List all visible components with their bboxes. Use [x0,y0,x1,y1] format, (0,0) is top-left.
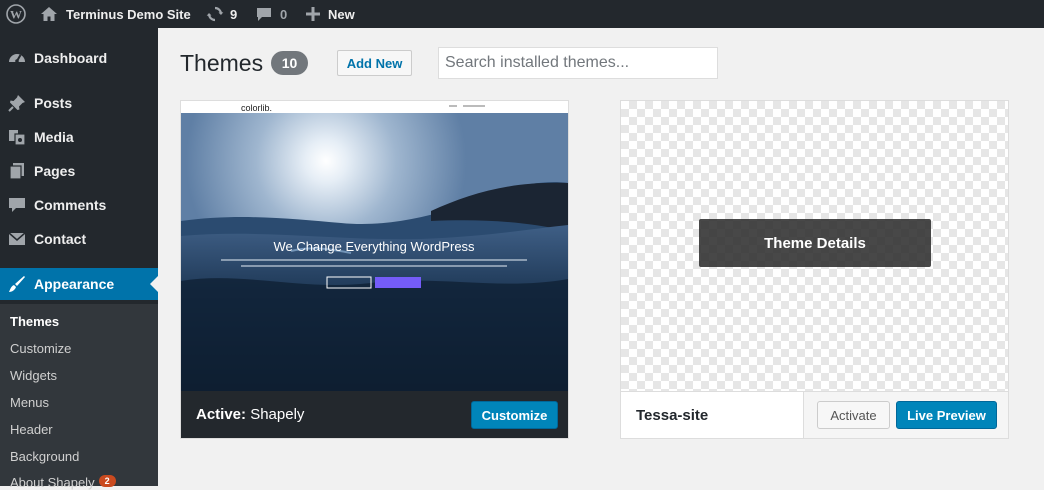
admin-bar: W Terminus Demo Site 9 0 New [0,0,1044,28]
site-name: Terminus Demo Site [66,6,191,22]
updates-icon [206,5,224,23]
menu-item-contact[interactable]: Contact [0,222,158,256]
active-theme-footer: Active: Shapely Customize [181,391,568,438]
activate-button[interactable]: Activate [817,401,890,429]
theme-footer: Tessa-site Activate Live Preview [621,391,1008,438]
active-label: Active: [196,406,247,423]
customize-button[interactable]: Customize [471,401,558,429]
menu-item-dashboard[interactable]: Dashboard [0,41,158,75]
notification-badge: 2 [98,475,116,487]
theme-screenshot-placeholder[interactable]: Theme Details [621,101,1008,391]
current-menu-arrow [150,276,158,292]
menu-item-appearance[interactable]: Appearance [0,268,158,300]
wordpress-logo-icon[interactable]: W [6,0,26,28]
page-title: Themes [180,50,264,76]
dashboard-icon [8,49,26,67]
updates-link[interactable]: 9 [206,0,237,28]
add-new-button[interactable]: Add New [337,50,412,76]
active-theme-name: Active: Shapely [196,406,304,423]
menu-label: Contact [34,231,87,247]
submenu-item-about-shapely[interactable]: About Shapely 2 [10,475,116,490]
preview-headline: We Change Everything WordPress [273,239,475,254]
theme-count-badge: 10 [271,51,308,75]
comment-icon [256,6,272,22]
menu-item-posts[interactable]: Posts [0,86,158,120]
pin-icon [8,94,26,112]
home-icon [40,6,58,22]
menu-item-pages[interactable]: Pages [0,154,158,188]
menu-item-comments[interactable]: Comments [0,188,158,222]
appearance-submenu: Themes Customize Widgets Menus Header Ba… [0,304,158,490]
submenu-item-header[interactable]: Header [10,422,53,437]
new-content-link[interactable]: New [306,0,355,28]
theme-actions: Activate Live Preview [803,392,1008,438]
theme-name: Shapely [250,406,305,423]
menu-label: Posts [34,95,73,111]
menu-label: Dashboard [34,50,108,66]
admin-sidebar: Dashboard Posts Media Pages Comments Con… [0,28,158,490]
new-label: New [328,6,355,22]
theme-card-active[interactable]: colorlib. We Change Everything WordPress… [180,100,569,439]
site-link[interactable]: Terminus Demo Site [40,0,191,28]
live-preview-button[interactable]: Live Preview [896,401,997,429]
comments-count: 0 [280,6,288,22]
media-icon [8,128,26,146]
theme-name: Tessa-site [636,407,709,424]
menu-label: Media [34,129,74,145]
submenu-item-customize[interactable]: Customize [10,341,71,356]
comments-icon [8,196,26,214]
submenu-item-widgets[interactable]: Widgets [10,368,57,383]
menu-label: Pages [34,163,76,179]
theme-card-tessa-site[interactable]: Theme Details Tessa-site Activate Live P… [620,100,1009,439]
menu-item-media[interactable]: Media [0,120,158,154]
updates-count: 9 [230,6,238,22]
comments-link[interactable]: 0 [256,0,287,28]
menu-label: Appearance [34,276,115,292]
paintbrush-icon [8,275,26,293]
menu-label: Comments [34,197,107,213]
preview-logo: colorlib. [241,103,272,113]
theme-details-button[interactable]: Theme Details [699,219,931,267]
pages-icon [8,162,26,180]
submenu-item-menus[interactable]: Menus [10,395,49,410]
mail-icon [8,230,26,248]
svg-text:W: W [10,8,22,22]
submenu-item-background[interactable]: Background [10,449,79,464]
plus-icon [306,7,320,21]
theme-screenshot[interactable]: colorlib. We Change Everything WordPress [181,101,568,391]
submenu-label: About Shapely [10,475,95,490]
shapely-preview-image: colorlib. We Change Everything WordPress [181,101,568,391]
search-themes-input[interactable] [438,47,718,79]
submenu-item-themes[interactable]: Themes [10,314,59,329]
